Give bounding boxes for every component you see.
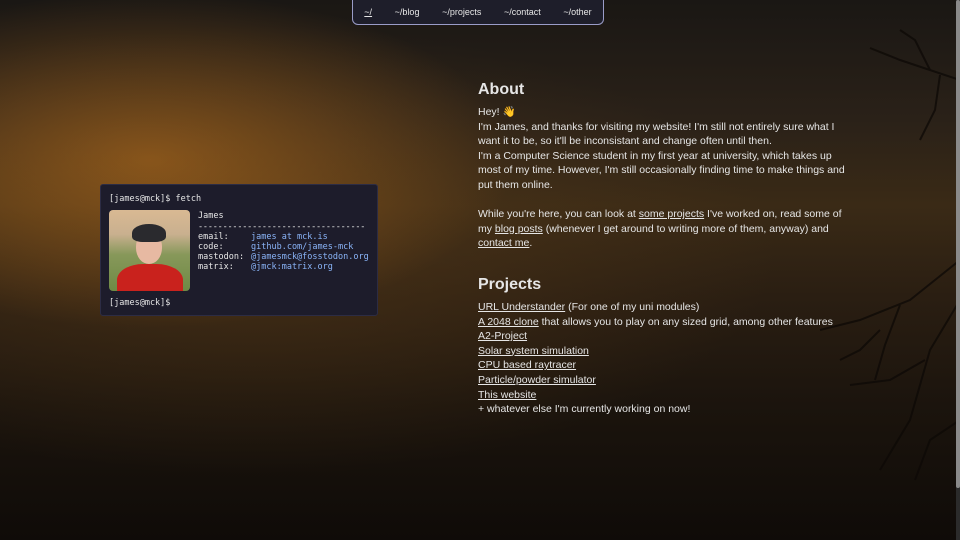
about-student: I'm a Computer Science student in my fir… bbox=[478, 149, 845, 191]
nav-link-blog[interactable]: ~/blog bbox=[395, 7, 420, 17]
link-contact-me[interactable]: contact me bbox=[478, 237, 529, 249]
project-item: URL Understander (For one of my uni modu… bbox=[478, 300, 848, 315]
scrollbar-thumb[interactable] bbox=[956, 0, 960, 488]
fetch-key: code: bbox=[198, 242, 224, 252]
project-link[interactable]: Solar system simulation bbox=[478, 345, 589, 357]
fetch-row-email: email: james at mck.is bbox=[198, 232, 369, 242]
about-text: (whenever I get around to writing more o… bbox=[542, 222, 829, 235]
project-item: A2-Project bbox=[478, 329, 848, 344]
project-suffix: that allows you to play on any sized gri… bbox=[538, 315, 833, 328]
nav-link-home[interactable]: ~/ bbox=[364, 7, 372, 17]
top-nav: ~/ ~/blog ~/projects ~/contact ~/other bbox=[352, 0, 604, 25]
fetch-row-matrix: matrix: @jmck:matrix.org bbox=[198, 262, 369, 272]
about-heading: About bbox=[478, 81, 525, 98]
link-blog-posts[interactable]: blog posts bbox=[495, 223, 543, 235]
fetch-name: James bbox=[198, 211, 224, 221]
fetch-separator: ---------------------------------- bbox=[198, 222, 366, 232]
fetch-row-code: code: github.com/james-mck bbox=[198, 242, 369, 252]
avatar bbox=[109, 210, 190, 291]
fetch-value-email[interactable]: james at mck.is bbox=[251, 232, 328, 242]
terminal-prompt: [james@mck]$ bbox=[109, 194, 171, 204]
main-content: About Hey! 👋 I'm James, and thanks for v… bbox=[478, 80, 848, 417]
about-intro: I'm James, and thanks for visiting my we… bbox=[478, 120, 835, 148]
fetch-key: matrix: bbox=[198, 262, 234, 272]
link-some-projects[interactable]: some projects bbox=[639, 208, 704, 220]
nav-link-other[interactable]: ~/other bbox=[563, 7, 591, 17]
about-greeting: Hey! 👋 bbox=[478, 106, 516, 118]
projects-footer: + whatever else I'm currently working on… bbox=[478, 403, 691, 416]
project-item: A 2048 clone that allows you to play on … bbox=[478, 315, 848, 330]
about-links-paragraph: While you're here, you can look at some … bbox=[478, 207, 848, 251]
project-link[interactable]: This website bbox=[478, 389, 536, 401]
project-suffix: (For one of my uni modules) bbox=[565, 300, 700, 313]
project-link[interactable]: CPU based raytracer bbox=[478, 359, 576, 371]
about-text: . bbox=[529, 237, 533, 250]
project-link[interactable]: A2-Project bbox=[478, 330, 527, 342]
fetch-info: James ----------------------------------… bbox=[198, 210, 369, 291]
project-item: Particle/powder simulator bbox=[478, 373, 848, 388]
fetch-key: email: bbox=[198, 232, 229, 242]
terminal-command: fetch bbox=[175, 194, 202, 204]
fetch-output: James ----------------------------------… bbox=[109, 210, 369, 291]
terminal-card: [james@mck]$ fetch James ---------------… bbox=[100, 184, 378, 316]
project-link[interactable]: A 2048 clone bbox=[478, 316, 539, 328]
projects-heading: Projects bbox=[478, 275, 542, 293]
fetch-key: mastodon: bbox=[198, 252, 245, 262]
project-link[interactable]: URL Understander bbox=[478, 301, 565, 313]
nav-link-projects[interactable]: ~/projects bbox=[442, 7, 481, 17]
terminal-prompt-end: [james@mck]$ bbox=[109, 298, 171, 308]
project-item: Solar system simulation bbox=[478, 344, 848, 359]
fetch-value-matrix[interactable]: @jmck:matrix.org bbox=[251, 262, 333, 272]
about-text: While you're here, you can look at bbox=[478, 208, 639, 221]
nav-link-contact[interactable]: ~/contact bbox=[504, 7, 541, 17]
terminal-command-line: [james@mck]$ fetch bbox=[109, 193, 369, 205]
fetch-row-mastodon: mastodon: @jamesmck@fosstodon.org bbox=[198, 252, 369, 262]
project-item: CPU based raytracer bbox=[478, 358, 848, 373]
project-link[interactable]: Particle/powder simulator bbox=[478, 374, 596, 386]
fetch-value-mastodon[interactable]: @jamesmck@fosstodon.org bbox=[251, 252, 369, 262]
project-item: This website bbox=[478, 388, 848, 403]
fetch-value-code[interactable]: github.com/james-mck bbox=[251, 242, 353, 252]
